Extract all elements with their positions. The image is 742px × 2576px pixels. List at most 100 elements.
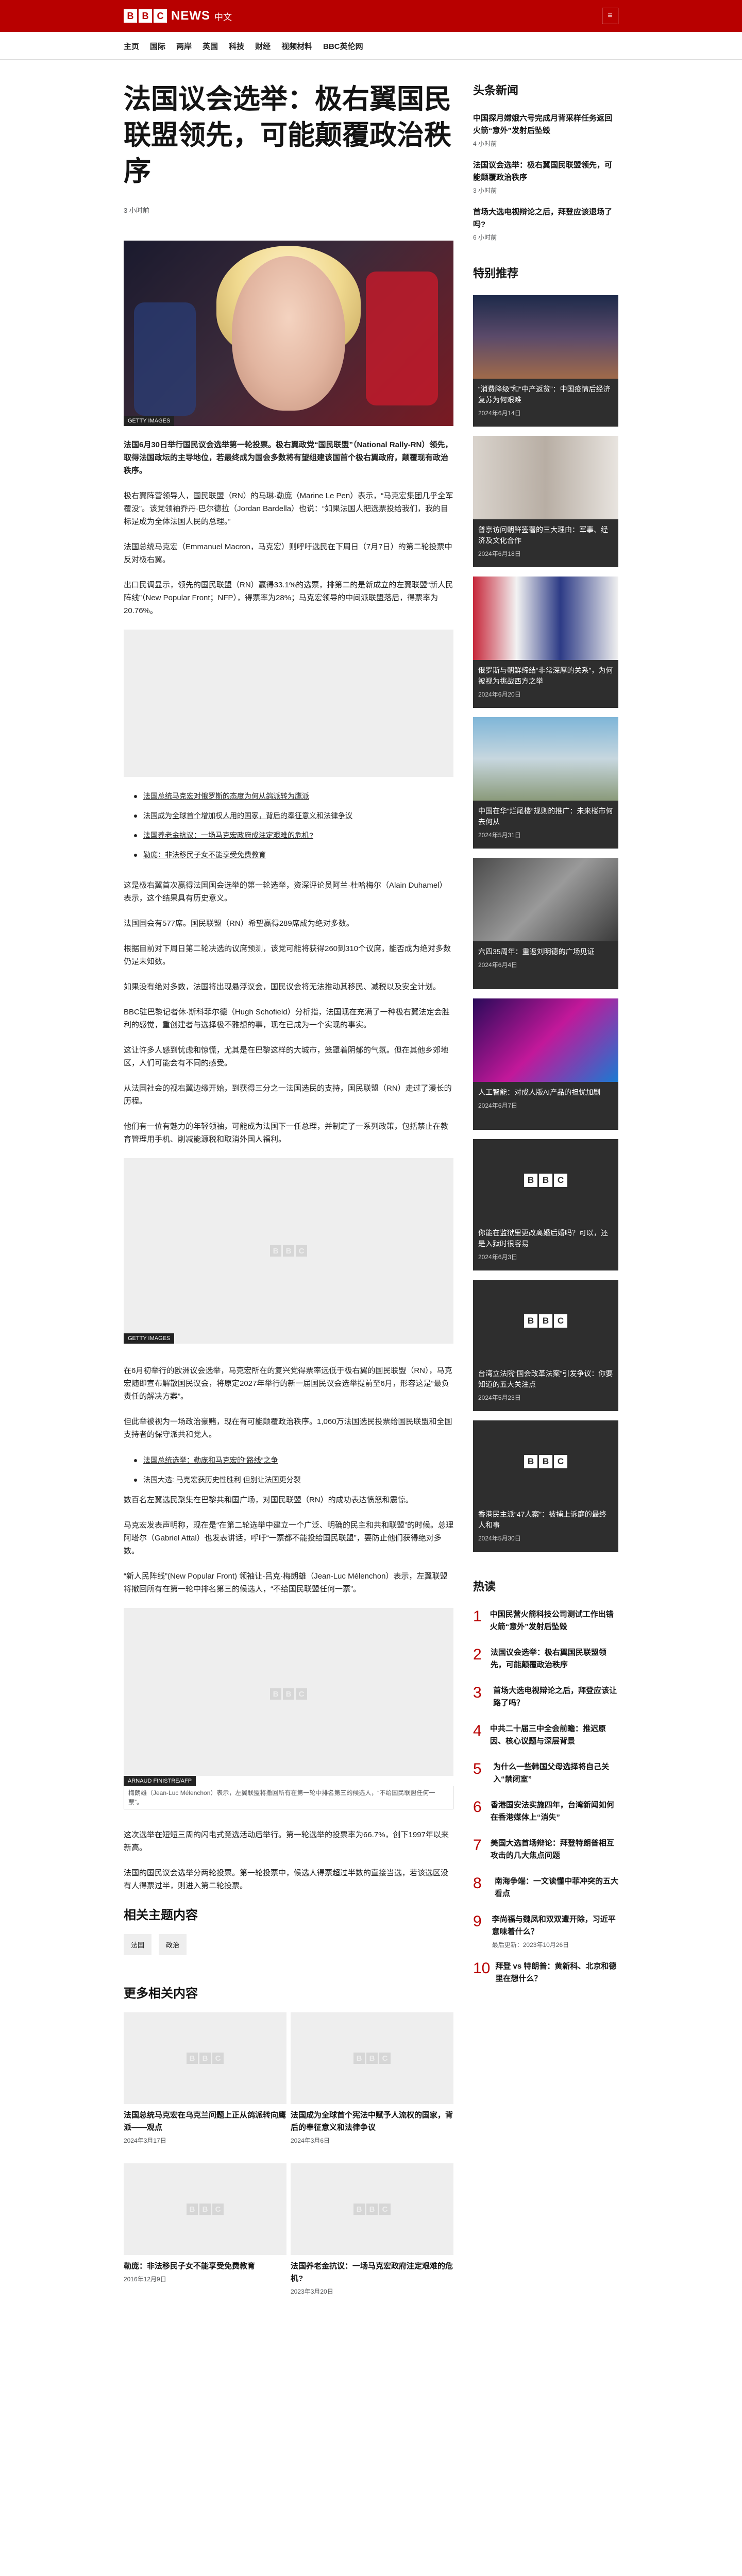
featured-card[interactable]: 普京访问朝鲜签署的三大理由：军事、经济及文化合作 2024年6月18日 bbox=[473, 436, 618, 567]
card-date: 2023年3月20日 bbox=[291, 2288, 333, 2295]
brand-news[interactable]: NEWS bbox=[171, 9, 210, 23]
brand-language[interactable]: 中文 bbox=[214, 10, 232, 23]
paragraph: 但此举被视为一场政治豪赌，现在有可能颠覆政治秩序。1,060万法国选民投票给国民… bbox=[124, 1417, 452, 1439]
more-card[interactable]: BBC 勒庞：非法移民子女不能享受免费教育 2016年12月9日 bbox=[124, 2163, 286, 2296]
related-link[interactable]: 法国成为全球首个增加权人用的国家，背后的奉征意义和法律争议 bbox=[143, 811, 352, 820]
nav-uk[interactable]: 英国 bbox=[203, 41, 218, 52]
logo-block: C bbox=[154, 9, 167, 23]
popular-item[interactable]: 1 中国民营火箭科技公司测试工作出错 火箭“意外”发射后坠毁 bbox=[473, 1608, 618, 1635]
nav-home[interactable]: 主页 bbox=[124, 41, 139, 52]
popular-item[interactable]: 2 法国议会选举：极右翼国民联盟领先，可能颠覆政治秩序 bbox=[473, 1647, 618, 1673]
logo-block: B bbox=[270, 1245, 281, 1257]
nav-tech[interactable]: 科技 bbox=[229, 41, 244, 52]
card-title: 勒庞：非法移民子女不能享受免费教育 bbox=[124, 2262, 256, 2270]
main-nav: 主页 国际 两岸 英国 科技 财经 视频材料 BBC英伦网 bbox=[0, 32, 742, 60]
related-link[interactable]: 法国养老金抗议：一场马克宏政府成注定艰难的危机? bbox=[143, 831, 313, 839]
image-credit: GETTY IMAGES bbox=[124, 416, 175, 426]
popular-item[interactable]: 3 首场大选电视辩论之后，拜登应该让路了吗？ bbox=[473, 1685, 618, 1711]
nav-finance[interactable]: 财经 bbox=[255, 41, 271, 52]
featured-card[interactable]: BBC 你能在监狱里更改离婚后婚吗？可以，还是入狱时很容易 2024年6月3日 bbox=[473, 1139, 618, 1270]
bbc-placeholder-logo: BBC bbox=[187, 2204, 224, 2215]
related-topics-title: 相关主题内容 bbox=[124, 1908, 198, 1922]
topic-tag[interactable]: 政治 bbox=[159, 1934, 187, 1955]
featured-caption: 人工智能：对成人版AI产品的担忧加剧 bbox=[478, 1088, 601, 1096]
featured-card[interactable]: “消费降级”和“中产返贫”：中国疫情后经济复苏为何艰难 2024年6月14日 bbox=[473, 295, 618, 427]
more-card[interactable]: BBC 法国养老金抗议：一场马克宏政府注定艰难的危机? 2023年3月20日 bbox=[291, 2163, 453, 2296]
featured-card[interactable]: 六四35周年：重返刘明德的广场见证 2024年6月4日 bbox=[473, 858, 618, 989]
popular-rank: 1 bbox=[473, 1608, 482, 1625]
bbc-placeholder-logo: BBC bbox=[353, 2053, 391, 2064]
nav-video[interactable]: 视频材料 bbox=[281, 41, 312, 52]
article: 法国议会选举：极右翼国民联盟领先，可能颠覆政治秩序 3 小时前 GETTY IM… bbox=[124, 81, 453, 2314]
related-links: 法国总统选举：勒庞和马克宏的“路线”之争 法国大选: 马克宏获历史性胜利 但别让… bbox=[134, 1453, 453, 1486]
popular-item[interactable]: 10 拜登 vs 特朗普：黄新科、北京和德里在想什么？ bbox=[473, 1960, 618, 1987]
bbc-logo[interactable]: B B C bbox=[124, 9, 167, 23]
paragraph: 极右翼阵营领导人，国民联盟（RN）的马琳·勒庞（Marine Le Pen）表示… bbox=[124, 492, 453, 526]
related-link[interactable]: 法国总统马克宏对俄罗斯的态度为何从鸽派转为鹰派 bbox=[143, 792, 309, 800]
logo-block: B bbox=[539, 1455, 552, 1468]
popular-title-text: 拜登 vs 特朗普：黄新科、北京和德里在想什么？ bbox=[495, 1962, 617, 1983]
menu-icon[interactable]: ≡ bbox=[602, 8, 618, 24]
popular-item[interactable]: 7 美国大选首场辩论：拜登特朗普相互攻击的几大焦点问题 bbox=[473, 1837, 618, 1864]
headline-item[interactable]: 首场大选电视辩论之后，拜登应该退场了吗? 6 小时前 bbox=[473, 206, 618, 242]
popular-title-text: 李尚福与魏凤和双双遭开除，习近平意味着什么？ bbox=[492, 1915, 616, 1936]
headline-time: 4 小时前 bbox=[473, 140, 497, 147]
featured-caption: 俄罗斯与朝鲜缔结“非常深厚的关系”，为何被视为挑战西方之举 bbox=[478, 666, 613, 685]
popular-list: 1 中国民营火箭科技公司测试工作出错 火箭“意外”发射后坠毁 2 法国议会选举：极右翼… bbox=[473, 1608, 618, 1987]
card-title: 法国养老金抗议：一场马克宏政府注定艰难的危机? bbox=[291, 2262, 453, 2283]
popular-title-text: 中共二十届三中全会前瞻：推迟原因、核心议题与深层背景 bbox=[490, 1724, 606, 1745]
bbc-placeholder-logo: BBC bbox=[524, 1314, 567, 1328]
nav-bbc-uk[interactable]: BBC英伦网 bbox=[323, 41, 363, 52]
related-link[interactable]: 勒庞：非法移民子女不能享受免费教育 bbox=[143, 851, 266, 859]
logo-block: C bbox=[212, 2204, 224, 2215]
logo-block: B bbox=[139, 9, 152, 23]
logo-block: C bbox=[554, 1174, 567, 1187]
popular-body: 香港国安法实施四年，台湾新闻如何在香港媒体上“消失” bbox=[491, 1799, 618, 1826]
logo-block: B bbox=[124, 9, 137, 23]
paragraph: BBC驻巴黎记者休·斯科菲尔德（Hugh Schofield）分析指，法国现在充… bbox=[124, 1008, 450, 1029]
logo-block: B bbox=[353, 2053, 365, 2064]
more-card[interactable]: BBC 法国成为全球首个宪法中赋予人流权的国家，背后的奉征意义和法律争议 202… bbox=[291, 2012, 453, 2145]
article-time: 3 小时前 bbox=[124, 207, 149, 214]
featured-caption: 你能在监狱里更改离婚后婚吗？可以，还是入狱时很容易 bbox=[478, 1229, 608, 1248]
logo-block: B bbox=[524, 1314, 537, 1328]
featured-card[interactable]: 人工智能：对成人版AI产品的担忧加剧 2024年6月7日 bbox=[473, 998, 618, 1130]
logo-block: C bbox=[212, 2053, 224, 2064]
featured-card[interactable]: 俄罗斯与朝鲜缔结“非常深厚的关系”，为何被视为挑战西方之举 2024年6月20日 bbox=[473, 577, 618, 708]
logo-block: B bbox=[283, 1688, 294, 1700]
popular-item[interactable]: 9 李尚福与魏凤和双双遭开除，习近平意味着什么？ 最后更新：2023年10月26日 bbox=[473, 1913, 618, 1949]
popular-rank: 8 bbox=[473, 1875, 482, 1892]
headline-item[interactable]: 法国议会选举：极右翼国民联盟领先，可能颠覆政治秩序 3 小时前 bbox=[473, 159, 618, 195]
more-card[interactable]: BBC 法国总统马克宏在乌克兰问题上正从鸽派转向鹰派——观点 2024年3月17… bbox=[124, 2012, 286, 2145]
paragraph: 法国的国民议会选举分两轮投票。第一轮投票中，候选人得票超过半数的直接当选，若该选… bbox=[124, 1869, 449, 1890]
more-content-grid: BBC 法国总统马克宏在乌克兰问题上正从鸽派转向鹰派——观点 2024年3月17… bbox=[124, 2012, 453, 2314]
logo-block: B bbox=[199, 2053, 211, 2064]
popular-item[interactable]: 5 为什么一些韩国父母选择将自己关入“禁闭室” bbox=[473, 1761, 618, 1788]
featured-card[interactable]: 中国在华“烂尾楼”规则的推广：未来楼市何去何从 2024年5月31日 bbox=[473, 717, 618, 849]
featured-caption: 台湾立法院“国会改革法案”引发争议：你要知道的五大关注点 bbox=[478, 1369, 613, 1388]
related-link[interactable]: 法国总统选举：勒庞和马克宏的“路线”之争 bbox=[143, 1456, 278, 1464]
article-image: BBC GETTY IMAGES bbox=[124, 1158, 453, 1344]
headline-text: 首场大选电视辩论之后，拜登应该退场了吗? bbox=[473, 208, 613, 229]
popular-item[interactable]: 8 南海争端：一文读懂中菲冲突的五大看点 bbox=[473, 1875, 618, 1902]
featured-title: 特别推荐 bbox=[473, 267, 519, 280]
featured-card[interactable]: BBC 香港民主派“47人案”：被捕上诉庭的最终人和事 2024年5月30日 bbox=[473, 1420, 618, 1552]
featured-image bbox=[473, 436, 618, 519]
related-link[interactable]: 法国大选: 马克宏获历史性胜利 但别让法国更分裂 bbox=[143, 1476, 301, 1484]
featured-card[interactable]: BBC 台湾立法院“国会改革法案”引发争议：你要知道的五大关注点 2024年5月… bbox=[473, 1280, 618, 1411]
link-item: 法国大选: 马克宏获历史性胜利 但别让法国更分裂 bbox=[134, 1473, 453, 1486]
nav-cross-strait[interactable]: 两岸 bbox=[176, 41, 192, 52]
popular-title-text: 香港国安法实施四年，台湾新闻如何在香港媒体上“消失” bbox=[490, 1801, 614, 1822]
popular-rank: 3 bbox=[473, 1684, 482, 1701]
popular-item[interactable]: 6 香港国安法实施四年，台湾新闻如何在香港媒体上“消失” bbox=[473, 1799, 618, 1826]
nav-international[interactable]: 国际 bbox=[150, 41, 165, 52]
topic-tag[interactable]: 法国 bbox=[124, 1934, 152, 1955]
logo-block: B bbox=[539, 1314, 552, 1328]
popular-rank: 5 bbox=[473, 1760, 482, 1777]
headline-item[interactable]: 中国探月嫦娥六号完成月背采样任务返回 火箭“意外”发射后坠毁 4 小时前 bbox=[473, 112, 618, 148]
paragraph: 如果没有绝对多数，法国将出现悬浮议会，国民议会将无法推动其移民、减税以及安全计划… bbox=[124, 982, 441, 991]
bbc-placeholder-logo: BBC bbox=[270, 1688, 307, 1700]
popular-item[interactable]: 4 中共二十届三中全会前瞻：推迟原因、核心议题与深层背景 bbox=[473, 1723, 618, 1750]
card-title: 法国总统马克宏在乌克兰问题上正从鸽派转向鹰派——观点 bbox=[124, 2111, 286, 2132]
page-footer-space bbox=[0, 2314, 742, 2397]
